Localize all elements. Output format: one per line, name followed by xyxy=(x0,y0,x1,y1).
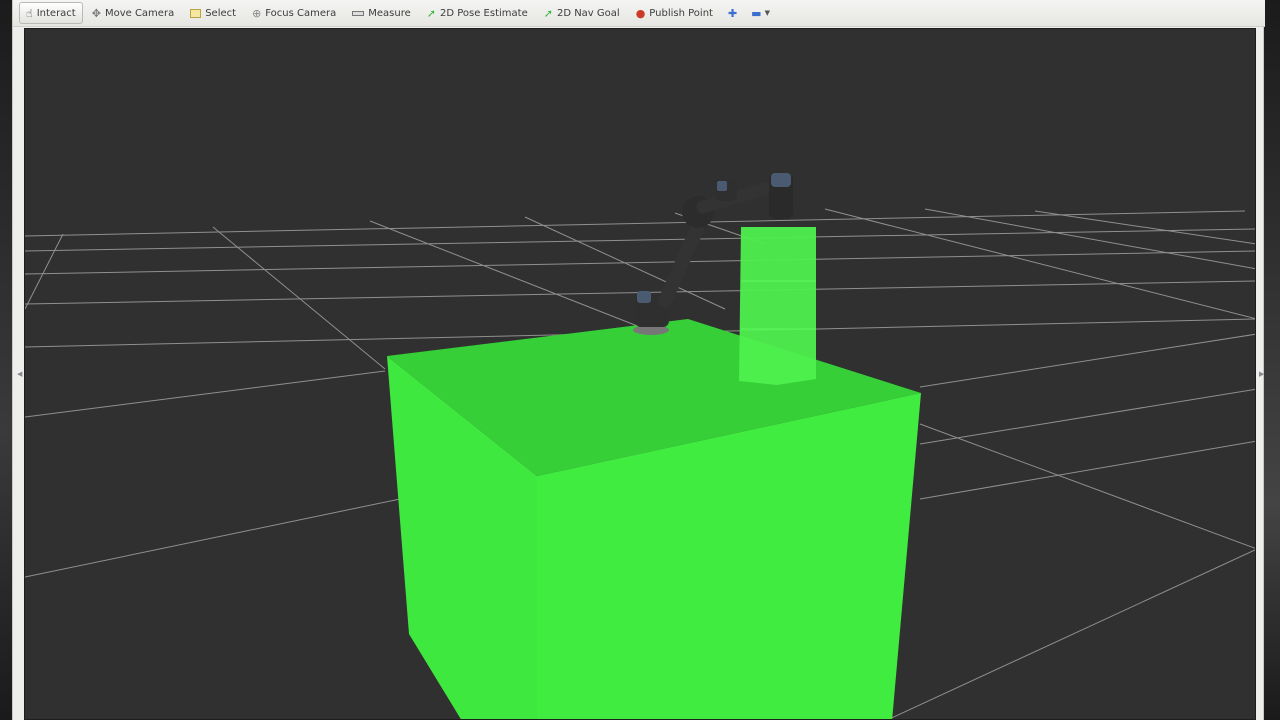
add-tool-button[interactable]: ✚ xyxy=(722,2,743,24)
left-panel-splitter-handle[interactable]: ◀ xyxy=(17,370,22,378)
tool-label: Publish Point xyxy=(649,7,713,19)
plus-icon: ✚ xyxy=(727,6,738,20)
desktop-background-left xyxy=(0,0,12,720)
block-stack-body xyxy=(739,227,816,385)
rviz-window: ☝ Interact ✥ Move Camera Select ⊕ Focus … xyxy=(12,0,1265,720)
right-panel-splitter-handle[interactable]: ▶ xyxy=(1259,370,1264,378)
table-box xyxy=(387,319,921,719)
3d-scene xyxy=(25,173,1255,719)
selection-box-icon xyxy=(190,8,202,18)
block-stack xyxy=(739,227,816,385)
tool-interact[interactable]: ☝ Interact xyxy=(19,2,83,24)
tool-2d-nav-goal[interactable]: ➚ 2D Nav Goal xyxy=(537,2,627,24)
tool-focus-camera[interactable]: ⊕ Focus Camera xyxy=(245,2,343,24)
tool-toolbar: ☝ Interact ✥ Move Camera Select ⊕ Focus … xyxy=(13,0,1265,27)
remove-tool-button[interactable]: ▬ ▼ xyxy=(745,2,776,24)
tool-label: Interact xyxy=(36,7,76,19)
tool-measure[interactable]: Measure xyxy=(345,2,418,24)
3d-render-viewport[interactable] xyxy=(24,28,1256,720)
map-pin-icon: ● xyxy=(635,6,646,20)
tool-2d-pose-estimate[interactable]: ➚ 2D Pose Estimate xyxy=(420,2,535,24)
tool-label: 2D Pose Estimate xyxy=(439,7,528,19)
desktop-background-right xyxy=(1264,0,1280,720)
hand-cursor-icon: ☝ xyxy=(26,6,33,20)
crosshair-icon: ⊕ xyxy=(252,6,262,20)
tool-label: Select xyxy=(205,7,237,19)
tool-publish-point[interactable]: ● Publish Point xyxy=(629,2,720,24)
green-arrow-icon: ➚ xyxy=(543,6,553,20)
chevron-down-icon: ▼ xyxy=(764,9,770,17)
tool-select[interactable]: Select xyxy=(183,2,243,24)
tool-label: 2D Nav Goal xyxy=(556,7,620,19)
tool-label: Focus Camera xyxy=(265,7,337,19)
minus-icon: ▬ xyxy=(751,6,762,20)
ruler-icon xyxy=(352,10,365,16)
move-arrows-icon: ✥ xyxy=(91,6,101,20)
tool-label: Measure xyxy=(368,7,411,19)
tool-move-camera[interactable]: ✥ Move Camera xyxy=(85,2,181,24)
green-arrow-icon: ➚ xyxy=(426,6,436,20)
tool-label: Move Camera xyxy=(104,7,175,19)
